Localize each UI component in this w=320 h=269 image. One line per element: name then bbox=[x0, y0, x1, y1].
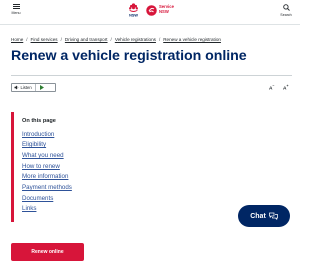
service-nsw-line2: NSW bbox=[159, 9, 169, 14]
title-divider bbox=[11, 75, 292, 76]
otp-link-how-to-renew[interactable]: How to renew bbox=[22, 162, 220, 173]
service-nsw-wordmark: Service NSW bbox=[159, 5, 174, 14]
search-button-label: Search bbox=[280, 12, 292, 17]
otp-link-payment-methods[interactable]: Payment methods bbox=[22, 183, 220, 194]
decrease-text-size-button[interactable]: A− bbox=[269, 84, 274, 92]
decrease-text-size-sign: − bbox=[272, 84, 275, 88]
otp-link-introduction[interactable]: Introduction bbox=[22, 130, 220, 141]
search-icon bbox=[282, 4, 290, 11]
play-icon bbox=[39, 85, 44, 90]
breadcrumb-separator: / bbox=[110, 36, 112, 42]
otp-link-documents[interactable]: Documents bbox=[22, 194, 220, 205]
on-this-page-nav: On this page Introduction Eligibility Wh… bbox=[11, 112, 220, 222]
listen-label: Listen bbox=[20, 85, 32, 90]
header-divider bbox=[0, 24, 300, 25]
nsw-waratah-logo-icon: NSW bbox=[129, 3, 138, 18]
breadcrumb-separator: / bbox=[60, 36, 62, 42]
breadcrumb-vehicle-registrations[interactable]: Vehicle registrations bbox=[115, 37, 156, 42]
logo-group[interactable]: NSW Service NSW bbox=[127, 2, 174, 18]
breadcrumb-renew-vehicle-registration[interactable]: Renew a vehicle registration bbox=[163, 37, 221, 42]
on-this-page-links: Introduction Eligibility What you need H… bbox=[22, 130, 220, 216]
breadcrumb-find-services[interactable]: Find services bbox=[31, 37, 58, 42]
breadcrumb: Home / Find services / Driving and trans… bbox=[11, 35, 221, 43]
menu-button[interactable]: Menu bbox=[7, 3, 25, 21]
menu-button-label: Menu bbox=[11, 10, 21, 15]
service-nsw-circle-icon bbox=[146, 4, 157, 16]
chat-button[interactable]: Chat bbox=[238, 205, 290, 227]
otp-link-eligibility[interactable]: Eligibility bbox=[22, 140, 220, 151]
hamburger-icon bbox=[12, 4, 20, 9]
otp-link-more-information[interactable]: More information bbox=[22, 172, 220, 183]
breadcrumb-separator: / bbox=[158, 36, 161, 42]
breadcrumb-home[interactable]: Home bbox=[11, 37, 23, 42]
otp-link-links[interactable]: Links bbox=[22, 204, 220, 215]
renew-online-button[interactable]: Renew online bbox=[11, 243, 84, 261]
listen-button[interactable]: Listen bbox=[11, 83, 56, 92]
breadcrumb-driving-and-transport[interactable]: Driving and transport bbox=[65, 37, 108, 42]
chat-bubbles-icon bbox=[268, 212, 278, 220]
nsw-logo-text: NSW bbox=[129, 14, 138, 18]
increase-text-size-sign: + bbox=[286, 84, 289, 88]
service-nsw-logo: Service NSW bbox=[146, 4, 174, 16]
breadcrumb-separator: / bbox=[26, 36, 28, 42]
play-button[interactable] bbox=[36, 85, 44, 90]
speaker-icon bbox=[14, 85, 19, 90]
on-this-page-heading: On this page bbox=[22, 118, 56, 124]
listen-control[interactable]: Listen bbox=[12, 84, 36, 91]
increase-text-size-button[interactable]: A+ bbox=[283, 84, 288, 92]
site-header: Menu NSW Service NSW Search bbox=[0, 0, 300, 22]
otp-link-what-you-need[interactable]: What you need bbox=[22, 151, 220, 162]
chat-label: Chat bbox=[250, 212, 266, 220]
search-button[interactable]: Search bbox=[278, 3, 294, 21]
page-title: Renew a vehicle registration online bbox=[11, 48, 247, 64]
